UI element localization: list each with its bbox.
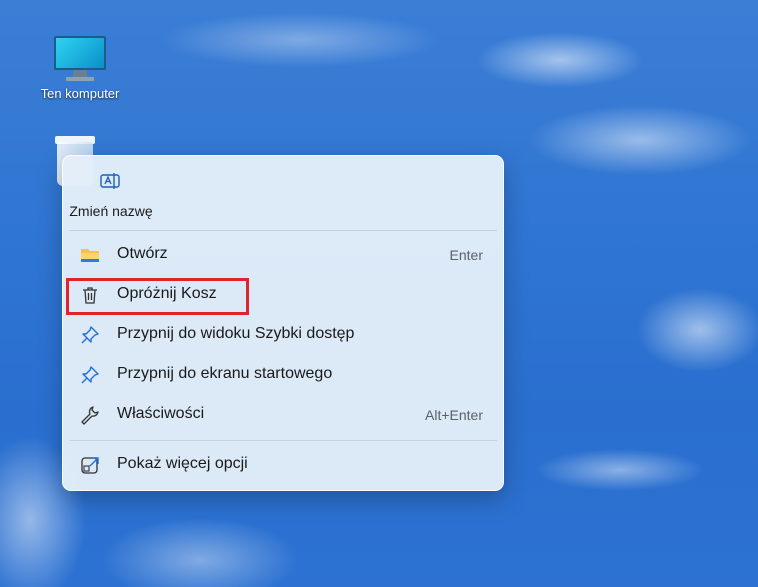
menu-separator	[69, 440, 497, 441]
highlight-box	[66, 278, 249, 315]
folder-icon	[81, 249, 99, 262]
menu-item-label: Przypnij do ekranu startowego	[117, 365, 333, 382]
menu-item-open[interactable]: Otwórz Enter	[67, 236, 499, 274]
monitor-icon	[53, 36, 107, 82]
menu-item-label: Pokaż więcej opcji	[117, 455, 248, 472]
menu-item-show-more-options[interactable]: Pokaż więcej opcji	[67, 446, 499, 484]
menu-item-label: Otwórz	[117, 245, 168, 262]
pin-icon	[81, 326, 99, 344]
pin-icon	[81, 366, 99, 384]
menu-item-properties[interactable]: Właściwości Alt+Enter	[67, 396, 499, 434]
desktop-icon-this-pc[interactable]: Ten komputer	[34, 36, 126, 101]
menu-item-shortcut: Alt+Enter	[425, 407, 483, 423]
menu-item-label: Przypnij do widoku Szybki dostęp	[117, 325, 355, 342]
menu-separator	[69, 230, 497, 231]
context-menu: Zmień nazwę Otwórz Enter Opróżnij Kosz P…	[62, 155, 504, 491]
menu-item-pin-start[interactable]: Przypnij do ekranu startowego	[67, 356, 499, 394]
menu-item-pin-quick-access[interactable]: Przypnij do widoku Szybki dostęp	[67, 316, 499, 354]
menu-item-label: Właściwości	[117, 405, 205, 422]
menu-item-shortcut: Enter	[449, 247, 483, 263]
expand-icon	[81, 457, 99, 474]
wrench-icon	[81, 406, 99, 425]
desktop-icon-label: Ten komputer	[40, 86, 120, 101]
rename-label: Zmień nazwę	[69, 203, 153, 219]
rename-button[interactable]: Zmień nazwę	[63, 156, 159, 230]
rename-icon	[100, 173, 120, 189]
